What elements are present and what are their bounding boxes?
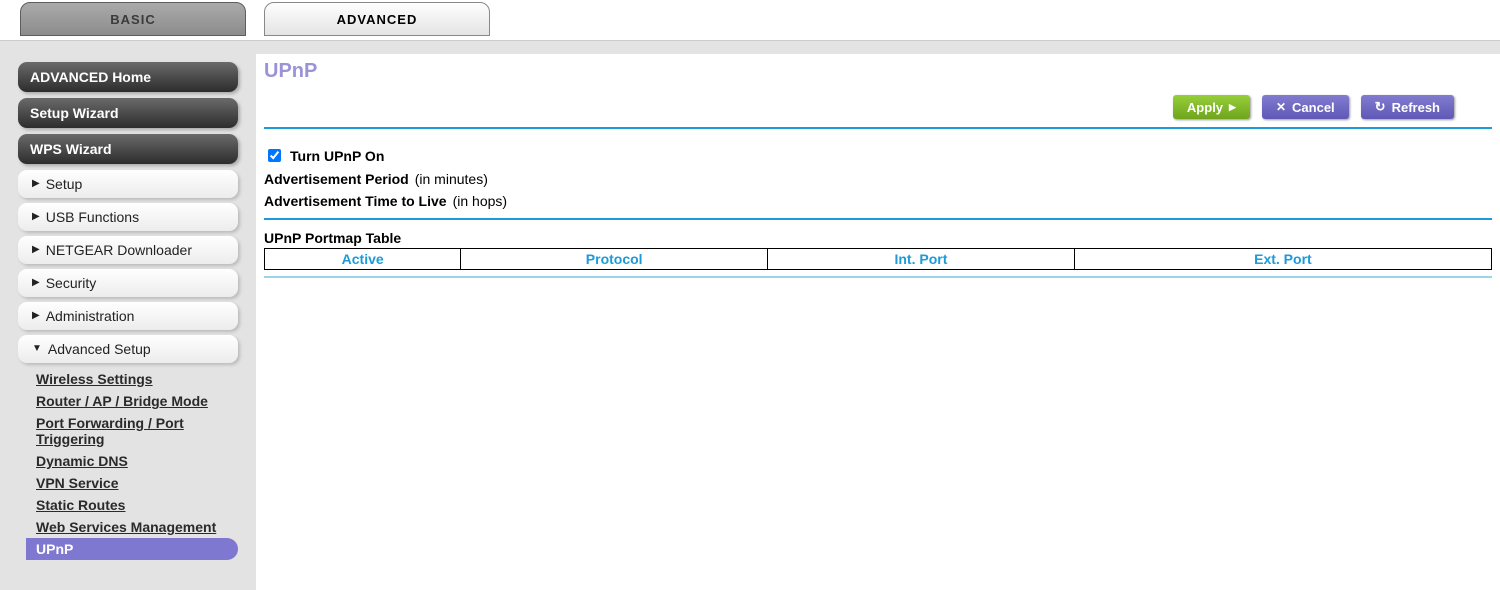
sub-item-web-services[interactable]: Web Services Management	[30, 516, 238, 538]
col-int-port: Int. Port	[768, 249, 1075, 270]
portmap-table: Active Protocol Int. Port Ext. Port	[264, 248, 1492, 270]
ttl-unit: (in hops)	[453, 193, 507, 209]
sidebar-item-security[interactable]: ▶ Security	[18, 269, 238, 297]
sub-item-upnp[interactable]: UPnP	[26, 538, 238, 560]
adv-period-unit: (in minutes)	[415, 171, 488, 187]
col-ext-port: Ext. Port	[1074, 249, 1491, 270]
sidebar-item-label: Setup	[46, 176, 83, 192]
apply-arrow-icon: ▶	[1229, 102, 1236, 113]
ttl-label: Advertisement Time to Live	[264, 193, 447, 209]
sidebar-sublist: Wireless Settings Router / AP / Bridge M…	[30, 368, 238, 560]
sidebar-item-netgear-downloader[interactable]: ▶ NETGEAR Downloader	[18, 236, 238, 264]
caret-down-icon: ▼	[32, 344, 42, 354]
adv-period-label: Advertisement Period	[264, 171, 409, 187]
sidebar-item-administration[interactable]: ▶ Administration	[18, 302, 238, 330]
col-active: Active	[265, 249, 461, 270]
close-icon: ✕	[1276, 100, 1286, 114]
upnp-on-checkbox[interactable]	[268, 149, 281, 162]
sidebar-wps-wizard[interactable]: WPS Wizard	[18, 134, 238, 164]
col-protocol: Protocol	[461, 249, 768, 270]
sub-item-port-forwarding[interactable]: Port Forwarding / Port Triggering	[30, 412, 238, 450]
caret-right-icon: ▶	[32, 278, 40, 288]
page-title: UPnP	[256, 54, 1500, 91]
refresh-icon: ↻	[1375, 99, 1386, 115]
sub-item-dynamic-dns[interactable]: Dynamic DNS	[30, 450, 238, 472]
caret-right-icon: ▶	[32, 179, 40, 189]
sub-item-wireless-settings[interactable]: Wireless Settings	[30, 368, 238, 390]
apply-button[interactable]: Apply ▶	[1173, 95, 1250, 119]
sidebar-advanced-home[interactable]: ADVANCED Home	[18, 62, 238, 92]
button-row: Apply ▶ ✕ Cancel ↻ Refresh	[256, 91, 1500, 127]
sidebar-item-label: Advanced Setup	[48, 341, 151, 357]
button-label: Cancel	[1292, 100, 1335, 115]
divider	[264, 276, 1492, 278]
sidebar-setup-wizard[interactable]: Setup Wizard	[18, 98, 238, 128]
portmap-table-title: UPnP Portmap Table	[256, 220, 1500, 248]
row-advertisement-ttl: Advertisement Time to Live (in hops)	[264, 190, 1492, 212]
sidebar-item-usb-functions[interactable]: ▶ USB Functions	[18, 203, 238, 231]
refresh-button[interactable]: ↻ Refresh	[1361, 95, 1454, 119]
cancel-button[interactable]: ✕ Cancel	[1262, 95, 1349, 119]
tab-bar: BASIC ADVANCED	[0, 0, 1500, 40]
row-advertisement-period: Advertisement Period (in minutes)	[264, 168, 1492, 190]
content-panel: UPnP Apply ▶ ✕ Cancel ↻ Refresh Turn UPn…	[256, 54, 1500, 590]
sidebar: ADVANCED Home Setup Wizard WPS Wizard ▶ …	[0, 54, 256, 590]
sidebar-item-label: USB Functions	[46, 209, 139, 225]
form-area: Turn UPnP On Advertisement Period (in mi…	[256, 129, 1500, 218]
upnp-on-label: Turn UPnP On	[290, 148, 384, 164]
sub-item-vpn-service[interactable]: VPN Service	[30, 472, 238, 494]
table-header-row: Active Protocol Int. Port Ext. Port	[265, 249, 1492, 270]
button-label: Apply	[1187, 100, 1223, 115]
tab-basic[interactable]: BASIC	[20, 2, 246, 36]
sidebar-item-label: NETGEAR Downloader	[46, 242, 192, 258]
caret-right-icon: ▶	[32, 212, 40, 222]
sidebar-item-setup[interactable]: ▶ Setup	[18, 170, 238, 198]
sidebar-item-label: Security	[46, 275, 97, 291]
button-label: Refresh	[1392, 100, 1440, 115]
caret-right-icon: ▶	[32, 245, 40, 255]
sub-item-router-mode[interactable]: Router / AP / Bridge Mode	[30, 390, 238, 412]
row-turn-upnp-on: Turn UPnP On	[264, 143, 1492, 168]
caret-right-icon: ▶	[32, 311, 40, 321]
sidebar-item-advanced-setup[interactable]: ▼ Advanced Setup	[18, 335, 238, 363]
sidebar-item-label: Administration	[46, 308, 135, 324]
tab-strip	[0, 40, 1500, 54]
tab-advanced[interactable]: ADVANCED	[264, 2, 490, 36]
sub-item-static-routes[interactable]: Static Routes	[30, 494, 238, 516]
